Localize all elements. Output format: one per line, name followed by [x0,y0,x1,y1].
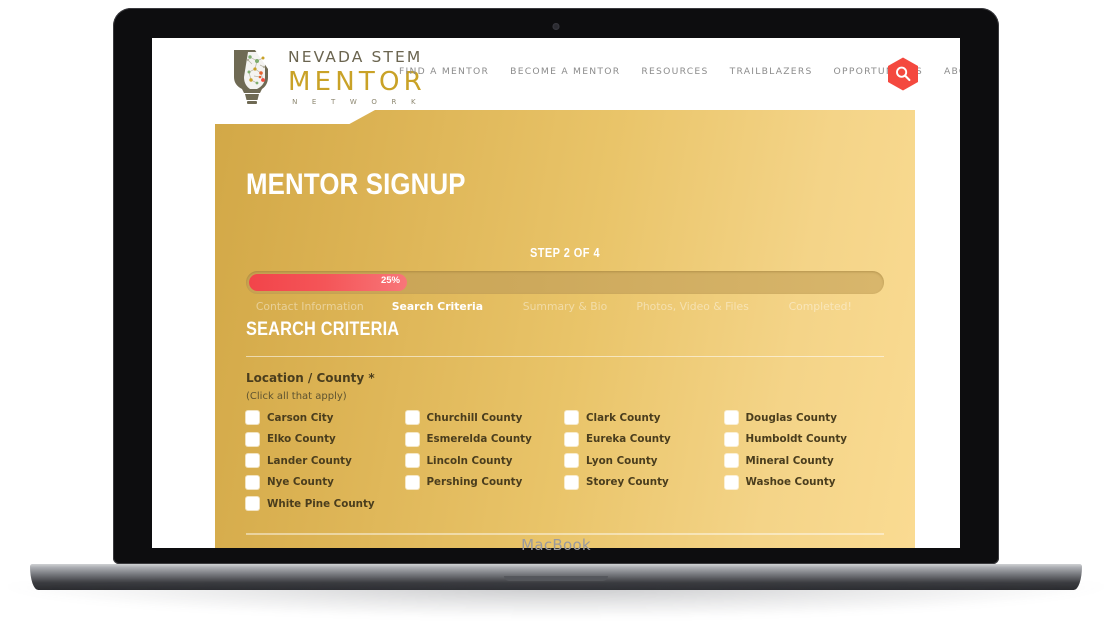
step-search-criteria[interactable]: Search Criteria [374,300,502,313]
checkbox-input[interactable] [724,432,738,446]
checkbox-label: Eureka County [586,433,671,446]
checkbox-label: White Pine County [267,497,375,510]
checkbox-label: Churchill County [426,411,523,424]
checkbox-input[interactable] [724,411,738,424]
nav-item-find-a-mentor[interactable]: FIND A MENTOR [399,66,489,77]
checkbox-item[interactable]: Clark County [565,411,725,424]
checkbox-input[interactable] [405,411,419,424]
checkbox-label: Pershing County [426,476,523,489]
device-brand-label: MacBook [521,536,591,554]
county-checkbox-grid: Carson City Churchill County Clark Count… [246,411,885,511]
checkbox-item[interactable]: Elko County [246,432,406,446]
checkbox-input[interactable] [246,454,259,468]
progress-bar-fill: 25% [249,274,407,291]
location-county-label: Location / County * [246,371,375,385]
nav-item-resources[interactable]: RESOURCES [641,66,708,77]
laptop-shadow [8,584,1104,618]
checkbox-item[interactable]: Pershing County [405,475,566,489]
checkbox-input[interactable] [565,411,578,424]
checkbox-label: Washoe County [745,476,836,489]
checkbox-label: Douglas County [745,411,837,424]
checkbox-label: Lyon County [586,454,658,467]
checkbox-label: Lander County [267,454,352,467]
laptop-mockup: NEVADA STEM MENTOR N E T W O R K FIND A … [0,0,1112,629]
checkbox-item[interactable]: Storey County [565,475,725,489]
checkbox-label: Lincoln County [426,454,513,467]
checkbox-label: Nye County [267,476,334,489]
step-contact-information[interactable]: Contact Information [246,300,374,313]
progress-percent-label: 25% [380,275,400,286]
checkbox-input[interactable] [405,475,419,489]
checkbox-input[interactable] [246,497,259,511]
step-indicator: STEP 2 OF 4 [529,246,601,260]
site-logo[interactable]: NEVADA STEM MENTOR N E T W O R K [224,47,426,107]
checkbox-input[interactable] [246,432,259,446]
checkbox-item[interactable]: Churchill County [405,411,566,424]
checkbox-label: Elko County [267,433,336,446]
checkbox-input[interactable] [565,475,578,489]
page-title: MENTOR SIGNUP [246,168,466,201]
panel-corner-notch [215,110,375,124]
section-divider-top [246,356,884,357]
logo-line-3: N E T W O R K [292,97,422,106]
checkbox-input[interactable] [405,432,419,446]
checkbox-input[interactable] [565,432,578,446]
progress-bar: 25% [246,271,884,294]
checkbox-label: Carson City [267,411,334,424]
step-photos-video-files[interactable]: Photos, Video & Files [629,300,757,313]
nav-item-trailblazers[interactable]: TRAILBLAZERS [730,66,813,77]
checkbox-input[interactable] [565,454,578,468]
checkbox-item[interactable]: Lyon County [565,454,725,468]
laptop-lid: NEVADA STEM MENTOR N E T W O R K FIND A … [113,8,999,564]
main-navigation: FIND A MENTOR BECOME A MENTOR RESOURCES … [399,66,960,77]
checkbox-label: Storey County [586,476,669,489]
checkbox-input[interactable] [724,475,738,489]
checkbox-item[interactable]: Washoe County [724,475,885,489]
section-divider-bottom [246,533,884,535]
step-summary-bio[interactable]: Summary & Bio [501,300,629,313]
location-county-hint: (Click all that apply) [246,391,347,402]
checkbox-label: Esmerelda County [426,433,532,446]
step-list: Contact Information Search Criteria Summ… [246,300,884,313]
checkbox-item[interactable]: Eureka County [565,432,725,446]
checkbox-item[interactable]: Carson City [246,411,406,424]
step-completed[interactable]: Completed! [756,300,884,313]
checkbox-item[interactable]: Lincoln County [405,454,566,468]
mentor-signup-panel: MENTOR SIGNUP STEP 2 OF 4 25% Contact In… [215,110,915,548]
checkbox-input[interactable] [246,475,259,489]
section-title: SEARCH CRITERIA [246,319,400,340]
checkbox-item[interactable]: Humboldt County [724,432,885,446]
webcam-icon [552,23,560,30]
screen-viewport: NEVADA STEM MENTOR N E T W O R K FIND A … [152,38,960,548]
checkbox-input[interactable] [246,411,259,424]
checkbox-item[interactable]: Esmerelda County [405,432,566,446]
checkbox-item[interactable]: Douglas County [724,411,885,424]
site-header: NEVADA STEM MENTOR N E T W O R K FIND A … [152,38,960,110]
checkbox-input[interactable] [724,454,738,468]
checkbox-label: Humboldt County [745,433,847,446]
nav-item-about-us[interactable]: ABOUT US [944,66,960,77]
checkbox-input[interactable] [405,454,419,468]
checkbox-label: Mineral County [745,454,834,467]
checkbox-label: Clark County [586,411,661,424]
checkbox-item[interactable]: Mineral County [724,454,885,468]
nevada-lightbulb-logo-icon [234,50,268,104]
search-icon[interactable] [885,56,921,92]
logo-line-1: NEVADA STEM [288,48,423,67]
checkbox-item[interactable]: Lander County [246,454,406,468]
checkbox-item[interactable]: Nye County [246,475,406,489]
checkbox-item[interactable]: White Pine County [246,497,406,511]
nav-item-become-a-mentor[interactable]: BECOME A MENTOR [510,66,620,77]
